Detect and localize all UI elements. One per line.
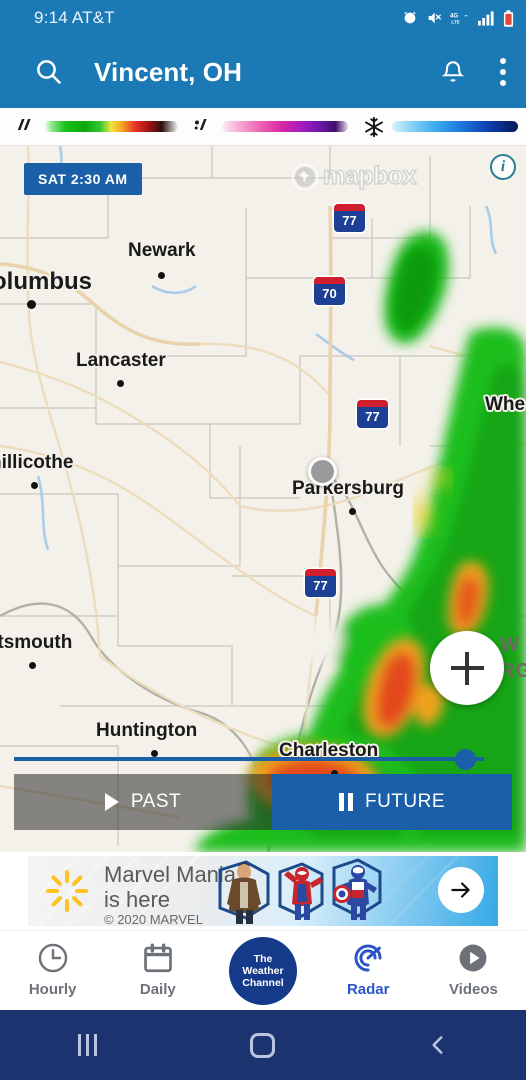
ad-cta-button[interactable]: [438, 867, 484, 913]
city-label-lancaster: Lancaster: [76, 350, 166, 371]
city-label-huntington: Huntington: [96, 720, 198, 741]
city-label-columbus: olumbus: [0, 268, 92, 295]
nav-item-radar[interactable]: Radar: [316, 931, 421, 998]
legend-snow[interactable]: [356, 116, 518, 138]
legend-rain[interactable]: [8, 116, 186, 138]
info-icon[interactable]: i: [490, 154, 516, 180]
weather-radar-screen: 9:14 AT&T 4G LTE Vincent, OH Newark olum…: [0, 0, 526, 1080]
play-circle-icon: [459, 944, 487, 972]
home-button[interactable]: [218, 1023, 308, 1067]
nav-label-hourly: Hourly: [28, 981, 77, 998]
snow-gradient-bar: [392, 121, 518, 132]
android-navigation-bar: [0, 1010, 526, 1080]
signal-bars-icon: [478, 11, 494, 26]
nav-item-videos[interactable]: Videos: [421, 931, 526, 998]
ad-content[interactable]: Marvel Mania is here © 2020 MARVEL: [28, 856, 498, 926]
legend-mix[interactable]: [186, 116, 356, 138]
state-label-west-virginia: W RG: [500, 634, 526, 682]
city-dot-parkersburg: [349, 508, 356, 515]
weather-channel-logo: The Weather Channel: [229, 937, 297, 1005]
ad-figures-image: [218, 858, 382, 924]
mapbox-mark-icon: [291, 163, 319, 190]
recents-button[interactable]: [43, 1023, 133, 1067]
recents-icon: [78, 1034, 98, 1056]
figure-3: [333, 865, 377, 920]
past-button[interactable]: PAST: [14, 774, 272, 830]
walmart-spark-icon: [46, 870, 88, 912]
status-time: 9:14 AT&T: [34, 8, 115, 27]
city-label-newark: Newark: [128, 240, 196, 261]
tw-line2: Weather: [242, 965, 284, 977]
svg-text:LTE: LTE: [451, 19, 459, 24]
city-label-parkersburg: Parkersburg: [292, 478, 404, 499]
back-button[interactable]: [393, 1023, 483, 1067]
pause-icon: [338, 793, 353, 811]
future-button[interactable]: FUTURE: [272, 774, 512, 830]
4g-lte-icon: 4G LTE: [450, 13, 468, 24]
radar-timestamp-badge: SAT 2:30 AM: [24, 163, 142, 195]
playback-controls: PAST FUTURE: [14, 774, 512, 830]
snow-icon: [356, 116, 392, 138]
past-label: PAST: [130, 791, 182, 812]
city-dot-lancaster: [117, 380, 124, 387]
mapbox-wordmark: mapbox: [322, 161, 417, 191]
arrow-right-icon: [451, 882, 470, 898]
svg-text:4G: 4G: [450, 13, 458, 19]
tw-line1: The: [253, 953, 273, 965]
bell-icon[interactable]: [440, 59, 466, 85]
status-icon-group: 4G LTE: [402, 9, 514, 27]
precipitation-legend: [0, 108, 526, 146]
rain-icon: [8, 116, 44, 138]
current-location-marker[interactable]: [308, 457, 337, 486]
radar-map[interactable]: Newark olumbus Lancaster hillicothe Park…: [0, 146, 526, 852]
bottom-navigation: Hourly Daily The Weather Channel Radar V…: [0, 930, 526, 1010]
zoom-in-button[interactable]: [430, 631, 504, 705]
nav-item-home-logo[interactable]: The Weather Channel: [210, 931, 315, 1005]
nav-item-daily[interactable]: Daily: [105, 931, 210, 998]
nav-item-hourly[interactable]: Hourly: [0, 931, 105, 998]
nav-label-radar: Radar: [346, 981, 390, 998]
app-bar-actions: [440, 58, 506, 86]
city-dot-chillicothe: [31, 482, 38, 489]
calendar-icon: [143, 943, 172, 973]
city-label-wheeling: Whe: [485, 394, 526, 415]
city-label-chillicothe: hillicothe: [0, 452, 74, 473]
nav-label-videos: Videos: [448, 981, 498, 998]
kebab-menu-icon[interactable]: [500, 58, 506, 86]
mute-icon: [428, 12, 442, 24]
city-dot-portsmouth: [29, 662, 36, 669]
plus-vertical: [465, 651, 469, 685]
rain-gradient-bar: [44, 121, 178, 132]
timeline-scrubber[interactable]: [0, 746, 526, 772]
battery-icon: [503, 9, 514, 27]
scrubber-handle[interactable]: [455, 749, 476, 770]
city-dot-columbus: [27, 300, 36, 309]
mix-gradient-bar: [222, 121, 348, 132]
home-icon: [250, 1032, 276, 1058]
radar-icon: [354, 944, 382, 972]
clock-icon: [38, 943, 67, 973]
mapbox-attribution[interactable]: mapbox: [291, 161, 417, 191]
highway-shield-i77-south: 77: [305, 569, 336, 597]
search-icon[interactable]: [34, 57, 64, 87]
scrubber-track[interactable]: [14, 757, 484, 761]
back-icon: [432, 1036, 443, 1054]
city-label-portsmouth: rtsmouth: [0, 632, 73, 653]
ad-banner[interactable]: Marvel Mania is here © 2020 MARVEL: [0, 852, 526, 930]
future-label: FUTURE: [364, 791, 446, 812]
tw-line3: Channel: [242, 977, 284, 989]
play-icon: [104, 793, 119, 811]
app-bar: Vincent, OH: [0, 36, 526, 108]
page-title: Vincent, OH: [94, 56, 242, 87]
highway-shield-i77-north: 77: [334, 204, 365, 232]
city-dot-newark: [158, 272, 165, 279]
alarm-icon: [404, 11, 416, 24]
status-bar: 9:14 AT&T 4G LTE: [0, 0, 526, 36]
highway-shield-i77-mid: 77: [357, 400, 388, 428]
mix-icon: [186, 116, 222, 138]
figure-1: [227, 863, 261, 924]
nav-label-daily: Daily: [139, 981, 176, 998]
highway-shield-i70: 70: [314, 277, 345, 305]
